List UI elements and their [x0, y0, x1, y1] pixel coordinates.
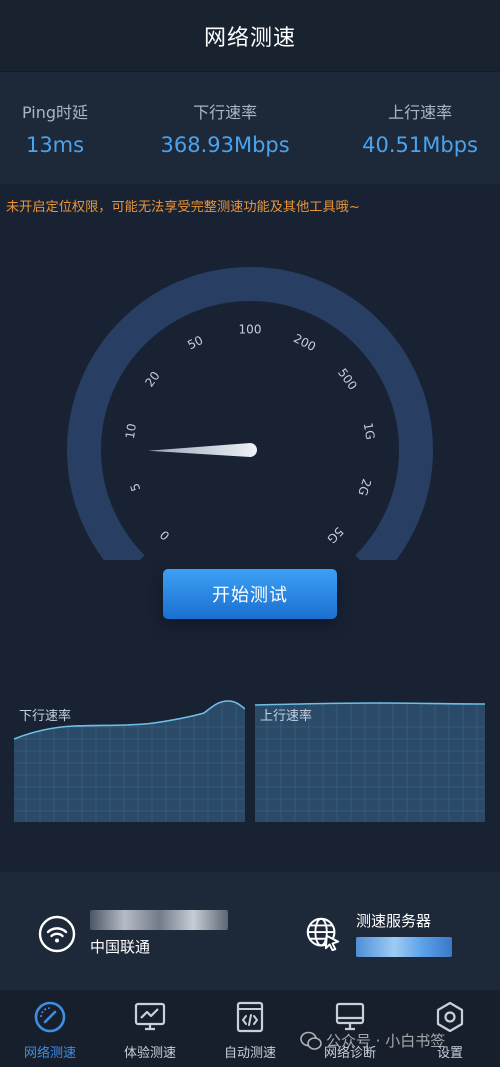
download-stat: 下行速率 368.93Mbps	[161, 72, 290, 184]
start-test-button[interactable]: 开始测试	[163, 569, 337, 619]
gauge-tick-label: 200	[291, 331, 318, 354]
computer-icon	[335, 1002, 365, 1031]
nav-speed-test[interactable]: 网络测速	[0, 990, 100, 1067]
gauge-tick-label: 5	[128, 481, 144, 493]
download-label: 下行速率	[193, 103, 258, 122]
gauge-tick-label: 10	[123, 423, 139, 440]
network-info-bar: 中国联通 测速服务器	[0, 872, 500, 990]
monitor-chart-icon	[134, 1002, 166, 1031]
code-document-icon	[236, 1001, 264, 1033]
server-name-redacted	[356, 937, 452, 957]
gauge-tick-label: 100	[239, 323, 262, 337]
nav-experience-test[interactable]: 体验测速	[100, 990, 200, 1067]
upload-stat: 上行速率 40.51Mbps	[362, 72, 478, 184]
nav-label: 自动测速	[223, 1046, 276, 1061]
isp-name: 中国联通	[90, 938, 151, 956]
wechat-icon	[300, 1031, 322, 1050]
upload-label: 上行速率	[388, 103, 453, 122]
nav-label: 体验测速	[123, 1046, 176, 1061]
location-permission-warning[interactable]: 未开启定位权限，可能无法享受完整测速功能及其他工具哦~	[6, 196, 496, 215]
gauge-tick-label: 500	[335, 366, 360, 393]
nav-label: 网络测速	[23, 1046, 76, 1061]
wifi-icon	[38, 915, 76, 953]
nav-settings[interactable]: 设置	[400, 990, 500, 1067]
speed-stats-panel: Ping时延 13ms 下行速率 368.93Mbps 上行速率 40.51Mb…	[0, 72, 500, 184]
nav-network-diagnosis[interactable]: 网络诊断	[300, 990, 400, 1067]
download-value: 368.93Mbps	[160, 133, 290, 157]
ping-stat: Ping时延 13ms	[22, 72, 88, 184]
gauge-tick-label: 20	[142, 369, 162, 390]
speedometer-icon	[34, 1001, 66, 1033]
speed-gauge: 0 5 10 20 50 100 200 500 1G 2G 5G	[67, 267, 433, 560]
gauge-tick-label: 1G	[361, 422, 377, 441]
server-info[interactable]: 测速服务器	[304, 910, 452, 957]
network-name-redacted	[90, 910, 228, 930]
nav-auto-test[interactable]: 自动测速	[200, 990, 300, 1067]
globe-cursor-icon	[304, 915, 342, 953]
gauge-tick-label: 50	[185, 333, 205, 352]
upload-speed-chart: 上行速率	[255, 695, 485, 822]
page-title: 网络测速	[203, 25, 296, 51]
gauge-tick-label: 5G	[324, 524, 346, 546]
gauge-tick-label: 0	[157, 528, 172, 543]
ping-label: Ping时延	[22, 103, 89, 122]
upload-value: 40.51Mbps	[362, 133, 478, 157]
gauge-tick-label: 2G	[355, 477, 374, 497]
watermark: 公众号 · 小白书签	[300, 1030, 445, 1051]
app-header: 网络测速	[0, 0, 500, 72]
watermark-text: 公众号 · 小白书签	[326, 1032, 446, 1050]
gauge-needle	[148, 443, 257, 457]
download-chart-label: 下行速率	[19, 709, 72, 724]
settings-icon	[436, 1001, 464, 1033]
server-title: 测速服务器	[356, 912, 432, 930]
upload-chart-label: 上行速率	[260, 709, 313, 724]
ping-value: 13ms	[25, 133, 85, 157]
bottom-navigation: 网络测速 体验测速 自动测速 网络诊断 设置	[0, 990, 500, 1067]
isp-info[interactable]: 中国联通	[38, 910, 228, 957]
download-speed-chart: 下行速率	[14, 695, 245, 822]
